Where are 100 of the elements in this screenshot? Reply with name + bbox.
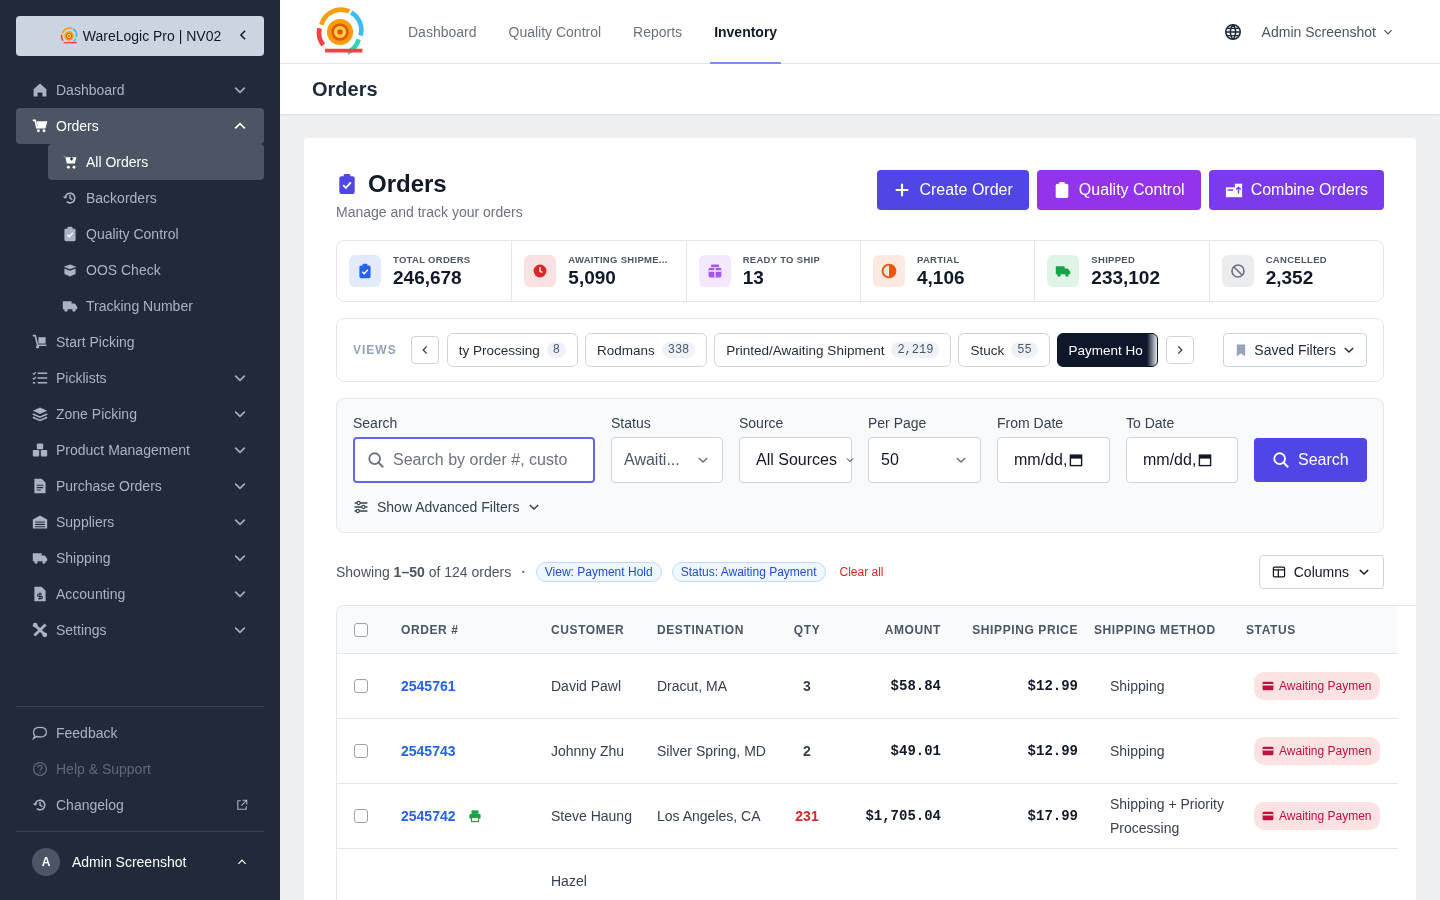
table-cell-text: Hazel	[551, 872, 587, 891]
column-header[interactable]: SHIPPING METHOD	[1086, 606, 1238, 654]
checkbox[interactable]	[354, 809, 368, 823]
combine-icon	[1224, 181, 1243, 199]
view-chip[interactable]: ty Processing 8	[446, 333, 578, 367]
action-button[interactable]: Create Order	[877, 170, 1029, 210]
external-link-icon	[236, 799, 248, 811]
chevron-down-icon	[844, 455, 855, 465]
table-cell-text: $58.84	[890, 677, 941, 696]
stat-value: 2,352	[1265, 266, 1315, 289]
status-badge: Awaiting Paymen	[1254, 672, 1380, 700]
stat-value: 233,102	[1091, 266, 1160, 289]
ban-icon	[1229, 263, 1246, 279]
nav-tab[interactable]: Dashboard	[404, 0, 481, 64]
nav-tab[interactable]: Reports	[629, 0, 687, 64]
view-chip[interactable]: Printed/Awaiting Shipment 2,219	[714, 333, 952, 367]
credit-card-icon	[1262, 810, 1274, 822]
status-badge: Awaiting Paymen	[1254, 802, 1380, 830]
sidebar-subitem[interactable]: All Orders	[48, 144, 264, 180]
sidebar-item[interactable]: Accounting	[16, 576, 264, 612]
table-cell-text: $12.99	[1027, 677, 1078, 696]
clear-all-link[interactable]: Clear all	[839, 565, 884, 579]
filter-chip[interactable]: Status: Awaiting Payment	[671, 562, 826, 582]
advanced-filters-toggle[interactable]: Show Advanced Filters	[353, 499, 542, 515]
sidebar-item[interactable]: Product Management	[16, 432, 264, 468]
clipboard-icon	[357, 263, 373, 279]
scroll-left-button[interactable]	[410, 336, 439, 364]
history-icon	[62, 190, 78, 206]
sidebar-item[interactable]: Orders	[16, 108, 264, 144]
sidebar-item[interactable]: Suppliers	[16, 504, 264, 540]
field-label: Search	[353, 415, 399, 431]
gift-icon	[706, 263, 723, 279]
column-header[interactable]: STATUS	[1238, 606, 1398, 654]
search-icon	[1272, 451, 1290, 469]
count-badge: 8	[546, 342, 566, 358]
column-header[interactable]: CUSTOMER	[543, 606, 649, 654]
truck-icon	[1055, 263, 1072, 279]
dolly-icon	[32, 334, 48, 350]
sidebar-item[interactable]: Picklists	[16, 360, 264, 396]
sidebar-subitem[interactable]: Quality Control	[48, 216, 264, 252]
user-name[interactable]: Admin Screenshot	[72, 854, 224, 870]
view-chip[interactable]: Rodmans 338	[584, 333, 708, 367]
sidebar-item[interactable]: Start Picking	[16, 324, 264, 360]
order-link[interactable]: 2545761	[401, 674, 456, 698]
view-chip[interactable]: Payment Ho	[1056, 333, 1158, 367]
layers-icon	[32, 406, 48, 422]
date-field[interactable]: mm/dd,	[997, 437, 1110, 483]
scroll-right-button[interactable]	[1165, 336, 1194, 364]
sidebar-subitem[interactable]: Backorders	[48, 180, 264, 216]
checkbox[interactable]	[354, 744, 368, 758]
stat-label: AWAITING SHIPME...	[568, 253, 668, 265]
table-cell-text: David Pawl	[551, 677, 622, 696]
user-menu[interactable]: Admin Screenshot	[1261, 23, 1394, 40]
sidebar-link[interactable]: Changelog	[16, 787, 264, 823]
columns-button[interactable]: Columns	[1258, 555, 1384, 589]
brand-button[interactable]: WareLogic Pro | NV02	[16, 16, 264, 56]
truck-icon	[32, 550, 48, 566]
column-header[interactable]: QTY	[785, 606, 829, 654]
checkbox[interactable]	[354, 622, 368, 637]
sidebar-item[interactable]: Settings	[16, 612, 264, 648]
order-link[interactable]: 2545743	[401, 739, 456, 763]
saved-filters-button[interactable]: Saved Filters	[1223, 333, 1367, 367]
order-link[interactable]: 2545742	[401, 804, 456, 828]
sidebar-subitem[interactable]: Tracking Number	[48, 288, 264, 324]
sidebar-item[interactable]: Zone Picking	[16, 396, 264, 432]
user-avatar[interactable]: A	[32, 848, 60, 876]
search-button[interactable]: Search	[1254, 438, 1367, 482]
column-header[interactable]: ORDER #	[385, 606, 543, 654]
stat-value: 4,106	[917, 266, 965, 289]
field-label: From Date	[997, 415, 1065, 431]
select-field[interactable]: Awaiti...	[611, 437, 723, 483]
sidebar-item[interactable]: Purchase Orders	[16, 468, 264, 504]
select-field[interactable]: 50	[868, 437, 981, 483]
nav-tab[interactable]: Quality Control	[504, 0, 606, 64]
action-button[interactable]: Quality Control	[1036, 170, 1201, 210]
stat-label: CANCELLED	[1265, 253, 1327, 265]
globe-icon[interactable]	[1223, 22, 1242, 41]
sliders-icon	[353, 499, 369, 515]
checkbox[interactable]	[354, 679, 368, 693]
table-cell-text: Shipping + Priority Processing	[1109, 795, 1225, 838]
field-label: Status	[611, 415, 652, 431]
column-header[interactable]: SHIPPING PRICE	[949, 606, 1086, 654]
select-field[interactable]: All Sources	[739, 437, 852, 483]
sidebar-item[interactable]: Shipping	[16, 540, 264, 576]
stat-label: READY TO SHIP	[742, 253, 821, 265]
sidebar-item[interactable]: Dashboard	[16, 72, 264, 108]
help-icon	[32, 761, 48, 777]
table-cell-text: Shipping	[1109, 677, 1165, 696]
sidebar-subitem[interactable]: OOS Check	[48, 252, 264, 288]
chat-icon	[32, 725, 48, 741]
column-header[interactable]: AMOUNT	[829, 606, 949, 654]
column-header[interactable]: DESTINATION	[649, 606, 785, 654]
filter-chip[interactable]: View: Payment Hold	[535, 562, 662, 582]
view-chip[interactable]: Stuck 55	[958, 333, 1050, 367]
boxes-icon	[32, 442, 48, 458]
sidebar-link[interactable]: Feedback	[16, 715, 264, 751]
action-button[interactable]: Combine Orders	[1208, 170, 1384, 210]
table-cell-text: $49.01	[890, 742, 941, 761]
date-field[interactable]: mm/dd,	[1126, 437, 1238, 483]
search-field[interactable]: Search by order #, custo	[353, 437, 595, 483]
